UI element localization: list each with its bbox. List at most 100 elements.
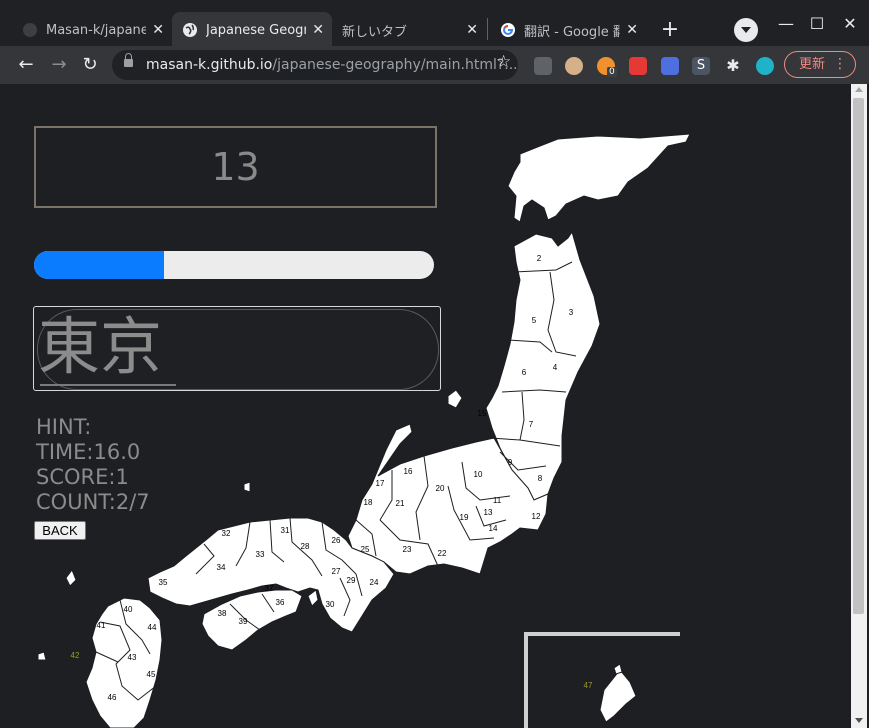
tsushima [65, 568, 77, 587]
scroll-thumb[interactable] [853, 98, 864, 614]
prefecture-label: 43 [128, 653, 137, 662]
page-viewport: 2 3 5 4 6 15 7 9 16 10 8 17 20 11 18 21 13 12 19 14 31 32 26 28… [2, 84, 851, 728]
google-icon [501, 23, 515, 37]
prefecture-label: 46 [108, 693, 117, 702]
prefecture-label: 14 [489, 524, 498, 533]
tab-google-translate[interactable]: 翻訳 - Google 翻訳 ✕ [490, 12, 646, 48]
prefecture-label: 20 [436, 484, 445, 493]
sado-island [447, 389, 463, 409]
address-bar[interactable]: masan-k.github.io/japanese-geography/mai… [112, 50, 518, 80]
prefecture-label: 28 [301, 542, 310, 551]
prefecture-label: 13 [484, 508, 493, 517]
small-island-a [613, 663, 623, 675]
prefecture-label: 33 [256, 550, 265, 559]
prefecture-label: 31 [281, 526, 290, 535]
prefecture-label: 4 [553, 363, 558, 372]
prefecture-label: 26 [332, 536, 341, 545]
back-arrow-icon[interactable]: ← [16, 55, 36, 75]
prefecture-label: 15 [478, 409, 487, 418]
github-icon [23, 23, 37, 37]
prefecture-label: 36 [276, 598, 285, 607]
scroll-up-arrow-icon[interactable] [855, 87, 863, 92]
tab-label: Japanese Geography [206, 22, 307, 38]
scrollbar[interactable] [851, 84, 867, 728]
prefecture-label: 27 [332, 567, 341, 576]
video-extension-icon[interactable] [629, 57, 647, 75]
count-label: COUNT:2/7 [36, 490, 150, 514]
prefecture-label: 5 [532, 316, 537, 325]
prefecture-label: 42 [71, 651, 80, 660]
s-extension-icon[interactable]: S [692, 57, 710, 75]
tab-search-button[interactable] [734, 18, 758, 42]
close-icon[interactable]: ✕ [312, 22, 324, 38]
bookmark-star-icon[interactable]: ☆ [496, 52, 511, 72]
reload-icon[interactable]: ↻ [80, 55, 100, 75]
hint-label: HINT: [36, 415, 92, 439]
close-icon[interactable]: ✕ [466, 22, 478, 38]
time-progress-bar [34, 251, 434, 279]
prefecture-label: 8 [538, 474, 543, 483]
prefecture-label: 23 [403, 545, 412, 554]
new-tab-button[interactable]: + [656, 16, 684, 44]
prefecture-label: 37 [265, 584, 274, 593]
prefecture-label: 38 [218, 609, 227, 618]
lock-icon [124, 53, 133, 67]
prefecture-label: 40 [124, 605, 133, 614]
pen-extension-icon[interactable] [534, 57, 552, 75]
comment-extension-icon[interactable] [661, 57, 679, 75]
profile-avatar[interactable] [756, 57, 774, 75]
question-number-box: 13 [34, 126, 437, 208]
puzzle-icon[interactable]: ✱ [724, 57, 742, 75]
tab-label: 翻訳 - Google 翻訳 [524, 24, 621, 40]
prefecture-label: 9 [508, 458, 513, 467]
tab-new-tab[interactable]: 新しいタブ ✕ [332, 12, 486, 48]
prefecture-label: 12 [532, 512, 541, 521]
prefecture-label: 45 [147, 670, 156, 679]
prefecture-label: 2 [537, 254, 542, 263]
tab-separator [487, 18, 488, 40]
extension-badge: 0 [607, 67, 617, 77]
prefecture-label: 6 [522, 368, 527, 377]
prefecture-label: 30 [326, 600, 335, 609]
globe-icon [183, 23, 197, 37]
maximize-icon[interactable]: ☐ [807, 14, 827, 33]
prefecture-label: 18 [364, 498, 373, 507]
minimize-icon[interactable]: — [776, 14, 796, 33]
scroll-down-arrow-icon[interactable] [855, 718, 863, 723]
tab-label: Masan-k/japanese [46, 22, 147, 38]
close-icon[interactable]: ✕ [626, 22, 638, 38]
answer-text: 東京 [38, 310, 163, 383]
hokkaido [507, 133, 691, 223]
goto-islands [37, 651, 47, 661]
score-label: SCORE:1 [36, 465, 129, 489]
prefecture-label: 47 [584, 681, 593, 690]
tab-label: 新しいタブ [342, 24, 408, 40]
forward-arrow-icon[interactable]: → [49, 55, 69, 75]
back-button[interactable]: BACK [34, 521, 86, 540]
tab-strip: Masan-k/japanese ✕ Japanese Geography ✕ … [0, 0, 869, 48]
prefecture-label: 41 [97, 621, 106, 630]
prefecture-label: 16 [404, 467, 413, 476]
tab-japanese-geography[interactable]: Japanese Geography ✕ [172, 12, 332, 48]
prefecture-label: 25 [361, 545, 370, 554]
prefecture-label: 7 [529, 420, 534, 429]
prefecture-label: 39 [239, 617, 248, 626]
prefecture-label: 17 [376, 479, 385, 488]
prefecture-label: 35 [159, 578, 168, 587]
avatar-extension-icon[interactable] [565, 57, 583, 75]
prefecture-label: 10 [474, 470, 483, 479]
prefecture-label: 11 [493, 496, 502, 505]
answer-underline [40, 384, 176, 386]
oki-island [243, 481, 251, 493]
prefecture-label: 19 [460, 513, 469, 522]
prefecture-label: 34 [217, 563, 226, 572]
prefecture-label: 3 [569, 308, 574, 317]
close-icon[interactable]: ✕ [152, 22, 164, 38]
progress-fill [34, 251, 164, 279]
tab-github[interactable]: Masan-k/japanese ✕ [12, 12, 172, 48]
awaji-island [307, 589, 319, 607]
prefecture-label: 44 [148, 623, 157, 632]
prefecture-label: 21 [396, 499, 405, 508]
update-button[interactable]: 更新 ⋮ [784, 51, 856, 78]
close-window-icon[interactable]: ✕ [840, 14, 860, 33]
